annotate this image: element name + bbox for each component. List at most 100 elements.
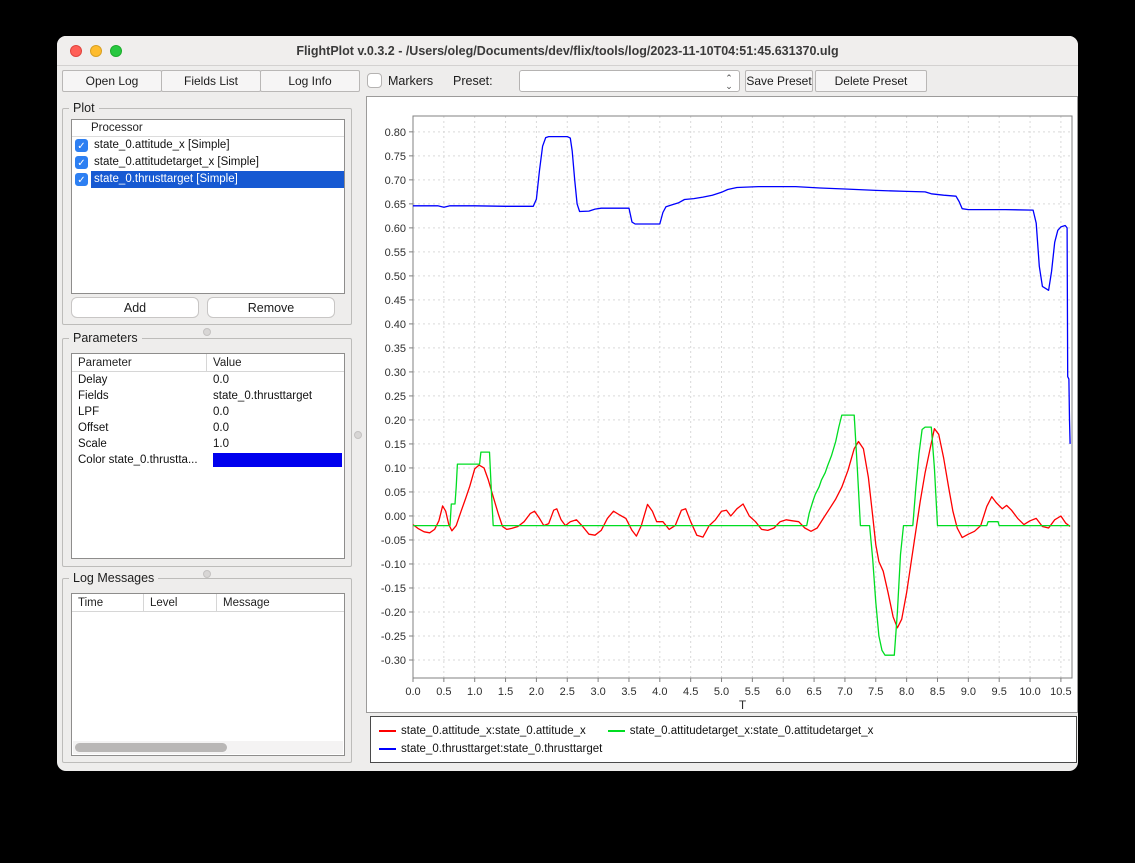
parameter-name: Offset bbox=[72, 420, 207, 436]
delete-preset-button[interactable]: Delete Preset bbox=[815, 70, 927, 92]
parameters-table-body: Delay0.0Fieldsstate_0.thrusttargetLPF0.0… bbox=[72, 372, 344, 468]
vertical-splitter-handle[interactable] bbox=[354, 431, 362, 439]
horizontal-scrollbar[interactable] bbox=[73, 741, 343, 754]
parameters-panel: Parameters Parameter Value Delay0.0Field… bbox=[62, 338, 352, 567]
chart-canvas[interactable]: 0.800.750.700.650.600.550.500.450.400.35… bbox=[367, 97, 1077, 712]
toolbar: Open Log Fields List Log Info Markers Pr… bbox=[57, 68, 1078, 96]
fields-list-button[interactable]: Fields List bbox=[161, 70, 261, 92]
parameter-value[interactable]: state_0.thrusttarget bbox=[207, 388, 344, 404]
parameter-value[interactable]: 1.0 bbox=[207, 436, 344, 452]
level-column-header: Level bbox=[144, 594, 217, 611]
svg-text:0.65: 0.65 bbox=[385, 199, 406, 211]
svg-text:3.5: 3.5 bbox=[621, 686, 636, 698]
svg-text:1.0: 1.0 bbox=[467, 686, 482, 698]
log-messages-panel-title: Log Messages bbox=[69, 571, 158, 585]
parameter-value[interactable]: 0.0 bbox=[207, 372, 344, 388]
processor-checkbox[interactable]: ✓ bbox=[75, 139, 88, 152]
parameter-value[interactable]: 0.0 bbox=[207, 404, 344, 420]
color-swatch[interactable] bbox=[213, 453, 342, 467]
svg-text:-0.15: -0.15 bbox=[381, 583, 406, 595]
flightplot-window: FlightPlot v.0.3.2 - /Users/oleg/Documen… bbox=[57, 36, 1078, 771]
svg-text:0.80: 0.80 bbox=[385, 127, 406, 139]
svg-text:6.0: 6.0 bbox=[776, 686, 791, 698]
parameter-row[interactable]: Scale1.0 bbox=[72, 436, 344, 452]
parameter-row[interactable]: LPF0.0 bbox=[72, 404, 344, 420]
svg-text:0.20: 0.20 bbox=[385, 415, 406, 427]
svg-text:6.5: 6.5 bbox=[806, 686, 821, 698]
svg-text:T: T bbox=[739, 698, 747, 712]
parameters-table[interactable]: Parameter Value Delay0.0Fieldsstate_0.th… bbox=[71, 353, 345, 559]
legend-row: state_0.thrusttarget:state_0.thrusttarge… bbox=[379, 740, 1068, 758]
legend-entry: state_0.attitude_x:state_0.attitude_x bbox=[379, 725, 586, 737]
save-preset-button[interactable]: Save Preset bbox=[745, 70, 813, 92]
legend-line-swatch bbox=[379, 748, 396, 750]
log-messages-table-header: Time Level Message bbox=[72, 594, 344, 612]
scrollbar-thumb[interactable] bbox=[75, 743, 227, 752]
parameter-row[interactable]: Color state_0.thrustta... bbox=[72, 452, 344, 468]
svg-text:0.75: 0.75 bbox=[385, 151, 406, 163]
svg-text:0.50: 0.50 bbox=[385, 271, 406, 283]
processor-checkbox[interactable]: ✓ bbox=[75, 173, 88, 186]
svg-text:0.5: 0.5 bbox=[436, 686, 451, 698]
message-column-header: Message bbox=[217, 594, 344, 611]
svg-text:-0.25: -0.25 bbox=[381, 631, 406, 643]
parameter-row[interactable]: Offset0.0 bbox=[72, 420, 344, 436]
preset-label: Preset: bbox=[453, 70, 493, 92]
svg-text:5.5: 5.5 bbox=[745, 686, 760, 698]
processor-list-body: ✓state_0.attitude_x [Simple]✓state_0.att… bbox=[72, 137, 344, 188]
svg-text:0.10: 0.10 bbox=[385, 463, 406, 475]
preset-combobox[interactable]: ⌃⌄ bbox=[519, 70, 740, 92]
svg-text:0.25: 0.25 bbox=[385, 391, 406, 403]
parameter-row[interactable]: Fieldsstate_0.thrusttarget bbox=[72, 388, 344, 404]
processor-column-header: Processor bbox=[72, 120, 344, 137]
processor-list-item[interactable]: ✓state_0.thrusttarget [Simple] bbox=[72, 171, 344, 188]
log-info-button[interactable]: Log Info bbox=[260, 70, 360, 92]
parameter-value[interactable]: 0.0 bbox=[207, 420, 344, 436]
parameters-panel-title: Parameters bbox=[69, 331, 142, 345]
processor-list-item[interactable]: ✓state_0.attitude_x [Simple] bbox=[72, 137, 344, 154]
parameters-table-header: Parameter Value bbox=[72, 354, 344, 372]
svg-text:10.0: 10.0 bbox=[1019, 686, 1040, 698]
svg-text:9.5: 9.5 bbox=[992, 686, 1007, 698]
processor-label: state_0.attitudetarget_x [Simple] bbox=[91, 154, 344, 171]
plot-panel-title: Plot bbox=[69, 101, 99, 115]
svg-text:0.15: 0.15 bbox=[385, 439, 406, 451]
svg-text:0.0: 0.0 bbox=[405, 686, 420, 698]
svg-text:0.40: 0.40 bbox=[385, 319, 406, 331]
horizontal-splitter-handle[interactable] bbox=[203, 328, 211, 336]
remove-button[interactable]: Remove bbox=[207, 297, 335, 318]
markers-checkbox[interactable] bbox=[367, 73, 382, 88]
svg-text:0.00: 0.00 bbox=[385, 511, 406, 523]
plot-panel: Plot Processor ✓state_0.attitude_x [Simp… bbox=[62, 108, 352, 325]
svg-text:0.70: 0.70 bbox=[385, 175, 406, 187]
titlebar[interactable]: FlightPlot v.0.3.2 - /Users/oleg/Documen… bbox=[57, 36, 1078, 66]
svg-text:0.45: 0.45 bbox=[385, 295, 406, 307]
window-title: FlightPlot v.0.3.2 - /Users/oleg/Documen… bbox=[57, 36, 1078, 66]
processor-list-item[interactable]: ✓state_0.attitudetarget_x [Simple] bbox=[72, 154, 344, 171]
parameter-name: Color state_0.thrustta... bbox=[72, 452, 207, 468]
combobox-stepper-icon[interactable]: ⌃⌄ bbox=[722, 72, 736, 90]
svg-text:-0.20: -0.20 bbox=[381, 607, 406, 619]
legend-label: state_0.thrusttarget:state_0.thrusttarge… bbox=[401, 743, 602, 755]
processor-list[interactable]: Processor ✓state_0.attitude_x [Simple]✓s… bbox=[71, 119, 345, 294]
svg-text:8.0: 8.0 bbox=[899, 686, 914, 698]
processor-label: state_0.thrusttarget [Simple] bbox=[91, 171, 344, 188]
svg-text:3.0: 3.0 bbox=[590, 686, 605, 698]
svg-text:0.35: 0.35 bbox=[385, 343, 406, 355]
svg-text:7.0: 7.0 bbox=[837, 686, 852, 698]
horizontal-splitter-handle[interactable] bbox=[203, 570, 211, 578]
markers-label: Markers bbox=[388, 70, 433, 92]
chart-panel[interactable]: 0.800.750.700.650.600.550.500.450.400.35… bbox=[366, 96, 1078, 713]
parameter-row[interactable]: Delay0.0 bbox=[72, 372, 344, 388]
svg-text:0.05: 0.05 bbox=[385, 487, 406, 499]
log-messages-table[interactable]: Time Level Message bbox=[71, 593, 345, 756]
add-button[interactable]: Add bbox=[71, 297, 199, 318]
svg-text:10.5: 10.5 bbox=[1050, 686, 1071, 698]
parameter-name: Delay bbox=[72, 372, 207, 388]
processor-checkbox[interactable]: ✓ bbox=[75, 156, 88, 169]
chart-legend: state_0.attitude_x:state_0.attitude_xsta… bbox=[370, 716, 1077, 763]
open-log-button[interactable]: Open Log bbox=[62, 70, 162, 92]
svg-text:0.30: 0.30 bbox=[385, 367, 406, 379]
legend-entry: state_0.thrusttarget:state_0.thrusttarge… bbox=[379, 743, 602, 755]
legend-label: state_0.attitudetarget_x:state_0.attitud… bbox=[630, 725, 874, 737]
